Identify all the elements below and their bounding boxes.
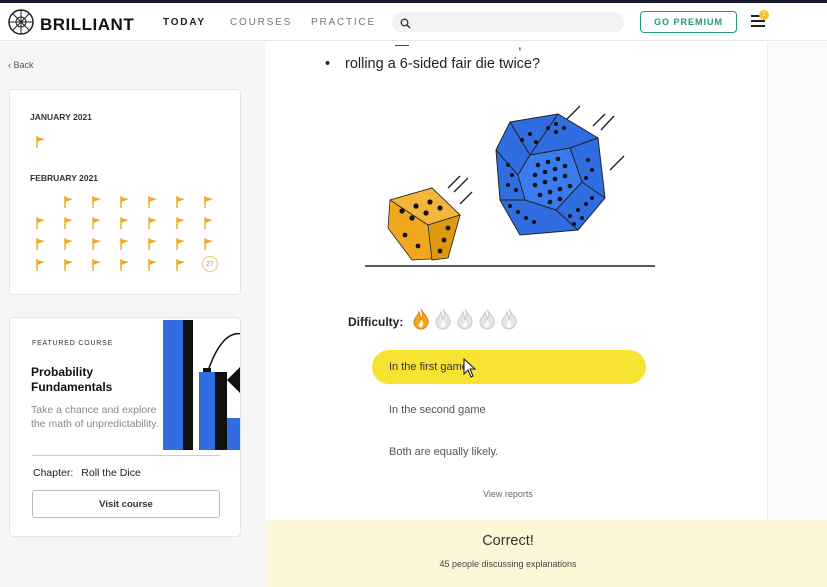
card-divider [32, 455, 220, 456]
current-day[interactable]: 27 [202, 256, 218, 272]
flag-icon [148, 259, 158, 271]
flag-icon [92, 217, 102, 229]
course-title[interactable]: Probability Fundamentals [31, 365, 161, 395]
discussion-link[interactable]: 45 people discussing explanations [265, 559, 751, 569]
difficulty-label: Difficulty: [348, 314, 404, 329]
nav-courses[interactable]: COURSES [230, 17, 292, 28]
featured-label: FEATURED COURSE [32, 340, 114, 347]
flame-empty-icon [433, 308, 453, 335]
problem-panel: ― , rolling a 6-sided fair die twice? [265, 36, 767, 520]
flame-empty-icon [499, 308, 519, 335]
flame-icons [411, 308, 519, 335]
flag-icon [176, 259, 186, 271]
mouse-cursor-icon [463, 357, 477, 383]
sidebar: ‹ Back JANUARY 2021 FEBRUARY 2021 27 FEA… [0, 42, 265, 587]
flag-icon [36, 238, 46, 250]
flag-icon [204, 196, 214, 208]
dice-illustration [360, 100, 660, 275]
nav-today[interactable]: TODAY [163, 17, 206, 28]
flag-icon [148, 196, 158, 208]
flag-icon [36, 136, 46, 148]
month-january: JANUARY 2021 [30, 112, 92, 122]
flag-icon [176, 196, 186, 208]
flag-icon [204, 238, 214, 250]
visit-course-button[interactable]: Visit course [32, 490, 220, 518]
flag-icon [176, 217, 186, 229]
chapter-label: Chapter: [33, 467, 74, 479]
flag-icon [120, 196, 130, 208]
course-artwork [163, 320, 240, 450]
flag-icon [92, 259, 102, 271]
clipped-previous-text: ― , [395, 36, 522, 52]
difficulty-rating: Difficulty: [348, 308, 519, 335]
answer-option-3[interactable]: Both are equally likely. [372, 435, 646, 469]
flag-icon [64, 196, 74, 208]
flag-icon [36, 259, 46, 271]
streak-calendar: JANUARY 2021 FEBRUARY 2021 27 [9, 89, 241, 295]
back-label: Back [13, 60, 34, 70]
flag-icon [148, 217, 158, 229]
flame-empty-icon [477, 308, 497, 335]
view-reports-link[interactable]: View reports [483, 489, 533, 499]
flag-icon [36, 217, 46, 229]
month-february: FEBRUARY 2021 [30, 173, 99, 183]
answer-option-2[interactable]: In the second game [372, 393, 646, 427]
flag-icon [148, 238, 158, 250]
brand-logo[interactable]: BRILLIANT [8, 9, 134, 40]
flag-icon [64, 259, 74, 271]
answer-option-1[interactable]: In the first game [372, 350, 646, 384]
feedback-banner: Correct! 45 people discussing explanatio… [265, 520, 827, 587]
course-description: Take a chance and explore the math of un… [31, 404, 159, 430]
question-bullet: rolling a 6-sided fair die twice? [325, 56, 540, 72]
flame-empty-icon [455, 308, 475, 335]
featured-course-card: FEATURED COURSE Probability Fundamentals… [9, 317, 241, 537]
flame-filled-icon [411, 308, 431, 335]
flag-icon [64, 238, 74, 250]
chevron-left-icon: ‹ [8, 60, 11, 70]
go-premium-button[interactable]: GO PREMIUM [640, 11, 737, 33]
flag-icon [204, 217, 214, 229]
brilliant-logo-icon [8, 9, 34, 40]
flag-icon [176, 238, 186, 250]
notification-badge: 1 [759, 10, 769, 20]
search-input[interactable] [392, 12, 624, 32]
right-gutter [767, 42, 827, 520]
flag-icon [120, 217, 130, 229]
flag-icon [120, 259, 130, 271]
search-icon [400, 16, 411, 34]
back-link[interactable]: ‹ Back [8, 60, 34, 70]
chapter-info: Chapter: Roll the Dice [33, 467, 141, 479]
brand-name: BRILLIANT [40, 14, 135, 34]
flag-icon [64, 217, 74, 229]
flag-icon [92, 238, 102, 250]
flag-icon [92, 196, 102, 208]
chapter-value: Roll the Dice [81, 467, 141, 479]
result-text: Correct! [482, 533, 534, 549]
nav-practice[interactable]: PRACTICE [311, 17, 376, 28]
flag-icon [120, 238, 130, 250]
